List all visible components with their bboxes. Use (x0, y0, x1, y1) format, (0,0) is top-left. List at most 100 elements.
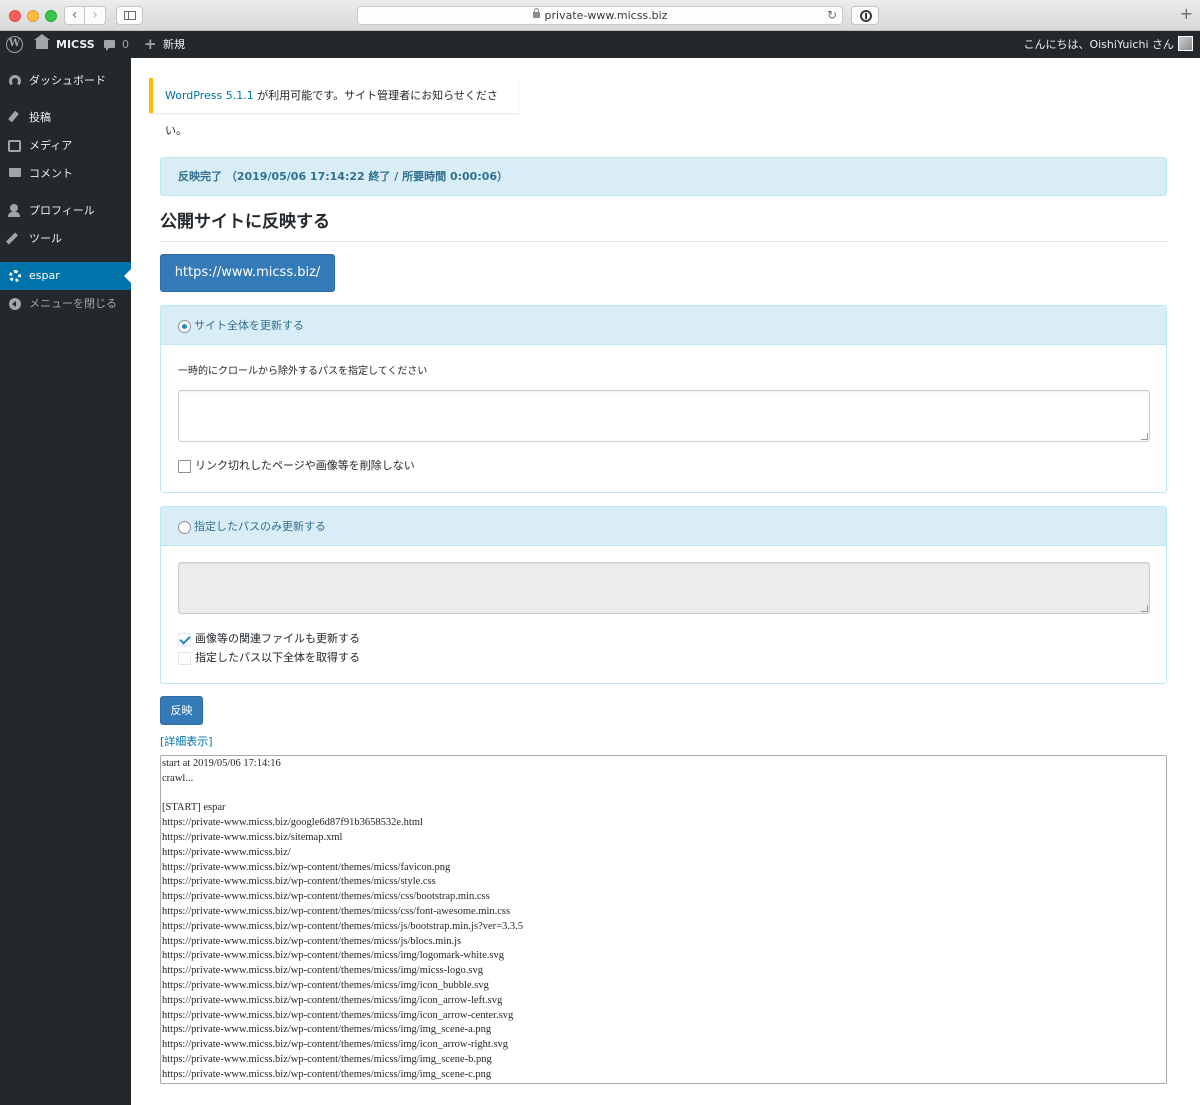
plus-icon[interactable]: + (144, 31, 157, 58)
log-line: https://private-www.micss.biz/wp-content… (162, 950, 504, 962)
update-notice: WordPress 5.1.1 が利用可能です。サイト管理者にお知らせください。 (149, 78, 519, 137)
gear-icon (9, 270, 21, 282)
log-line: https://private-www.micss.biz/wp-content… (162, 1039, 509, 1051)
minimize-window-button[interactable] (27, 10, 39, 22)
comment-bubble-icon[interactable] (104, 40, 115, 51)
avatar[interactable] (1178, 36, 1193, 51)
status-alert: 反映完了 （2019/05/06 17:14:22 終了 / 所要時間 0:00… (160, 157, 1167, 196)
path-update-heading[interactable]: 指定したパスのみ更新する (161, 507, 1166, 546)
keep-broken-label[interactable]: リンク切れしたページや画像等を削除しない (178, 459, 415, 472)
path-update-panel: 指定したパスのみ更新する 画像等の関連ファイルも更新する 指定したパス以下全体を… (160, 506, 1167, 684)
new-content-link[interactable]: 新規 (163, 31, 185, 58)
keep-broken-checkbox-row[interactable]: リンク切れしたページや画像等を削除しない (178, 458, 415, 474)
log-line: https://private-www.micss.biz/ (162, 846, 291, 858)
related-files-checkbox-row[interactable]: 画像等の関連ファイルも更新する (178, 631, 360, 647)
log-line: https://private-www.micss.biz/wp-content… (162, 905, 511, 917)
publish-button[interactable]: 反映 (160, 696, 203, 725)
browser-toolbar: ‹ › private-www.micss.biz ↻ + (0, 0, 1200, 31)
detail-view-link[interactable]: [詳細表示] (160, 733, 213, 749)
menu-item-espar[interactable]: espar (0, 262, 131, 290)
log-line: https://private-www.micss.biz/wp-content… (162, 1024, 492, 1036)
menu-item-label: ツール (29, 232, 62, 245)
related-files-checkbox[interactable] (178, 633, 191, 646)
log-line: https://private-www.micss.biz/wp-content… (162, 1068, 492, 1080)
chevron-right-icon: › (92, 7, 98, 23)
user-greeting[interactable]: こんにちは、OishiYuichi さん (1023, 31, 1174, 58)
close-window-button[interactable] (9, 10, 21, 22)
sidebar-icon (124, 11, 136, 20)
full-update-label[interactable]: サイト全体を更新する (194, 319, 304, 332)
path-update-radio[interactable] (178, 521, 191, 534)
menu-item-label: espar (29, 269, 60, 282)
wordpress-version-link[interactable]: WordPress 5.1.1 (165, 89, 254, 102)
full-update-radio[interactable] (178, 320, 191, 333)
zoom-window-button[interactable] (45, 10, 57, 22)
log-line: start at 2019/05/06 17:14:16 (162, 758, 281, 769)
log-line: https://private-www.micss.biz/wp-content… (162, 935, 462, 947)
target-paths-textarea[interactable] (178, 562, 1150, 614)
menu-item-label: プロフィール (29, 204, 95, 217)
info-icon (860, 10, 872, 22)
resize-grip-icon[interactable] (1141, 433, 1148, 440)
subtree-checkbox-row[interactable]: 指定したパス以下全体を取得する (178, 650, 360, 666)
wordpress-logo-icon[interactable]: W (6, 36, 23, 53)
full-update-heading[interactable]: サイト全体を更新する (161, 306, 1166, 345)
path-update-label[interactable]: 指定したパスのみ更新する (194, 520, 326, 533)
log-line: [START] espar (162, 802, 226, 814)
page-title: 公開サイトに反映する (160, 208, 1167, 242)
menu-item-label: ダッシュボード (29, 74, 106, 87)
chevron-left-icon: ‹ (71, 7, 78, 23)
log-line: https://private-www.micss.biz/sitemap.xm… (162, 831, 343, 843)
dashboard-icon (9, 75, 21, 87)
keep-broken-checkbox[interactable] (178, 460, 191, 473)
forward-button[interactable]: › (85, 6, 106, 25)
resize-grip-icon[interactable] (1141, 605, 1148, 612)
log-line: https://private-www.micss.biz/wp-content… (162, 994, 503, 1006)
log-line: https://private-www.micss.biz/wp-content… (162, 891, 490, 903)
related-files-label[interactable]: 画像等の関連ファイルも更新する (178, 632, 360, 645)
media-icon (8, 140, 21, 152)
comment-count[interactable]: 0 (122, 31, 129, 58)
log-line: https://private-www.micss.biz/wp-content… (162, 1053, 492, 1065)
admin-bar: W MICSS 0 + 新規 こんにちは、OishiYuichi さん (0, 31, 1200, 58)
menu-collapse-button[interactable]: メニューを閉じる (0, 290, 131, 318)
sidebar-toggle-button[interactable] (116, 6, 143, 25)
site-url-button[interactable]: https://www.micss.biz/ (160, 254, 335, 292)
home-icon[interactable] (34, 34, 50, 49)
exclude-paths-label: 一時的にクロールから除外するパスを指定してください (178, 366, 428, 377)
menu-item-label: メニューを閉じる (29, 297, 117, 310)
menu-item-media[interactable]: メディア (0, 132, 131, 160)
back-button[interactable]: ‹ (64, 6, 85, 25)
collapse-icon (9, 298, 21, 310)
url-text: private-www.micss.biz (544, 9, 668, 22)
log-line: https://private-www.micss.biz/wp-content… (162, 1009, 514, 1021)
menu-item-dashboard[interactable]: ダッシュボード (0, 67, 131, 95)
address-bar[interactable]: private-www.micss.biz ↻ (357, 6, 843, 25)
reload-icon[interactable]: ↻ (827, 7, 837, 24)
site-name-link[interactable]: MICSS (56, 31, 95, 58)
log-line: https://private-www.micss.biz/wp-content… (162, 861, 451, 873)
subtree-checkbox[interactable] (178, 652, 191, 665)
menu-item-label: コメント (29, 167, 73, 180)
menu-item-tools[interactable]: ツール (0, 225, 131, 253)
menu-item-label: 投稿 (29, 111, 51, 124)
new-tab-button[interactable]: + (1180, 4, 1193, 23)
exclude-paths-textarea[interactable] (178, 390, 1150, 442)
menu-item-label: メディア (29, 139, 73, 152)
comment-icon (9, 168, 21, 177)
menu-item-profile[interactable]: プロフィール (0, 197, 131, 225)
pushpin-icon (8, 110, 19, 123)
menu-item-comments[interactable]: コメント (0, 160, 131, 188)
extension-button[interactable] (851, 6, 879, 25)
menu-item-posts[interactable]: 投稿 (0, 104, 131, 132)
log-line: https://private-www.micss.biz/wp-content… (162, 920, 524, 932)
subtree-label[interactable]: 指定したパス以下全体を取得する (178, 651, 360, 664)
log-line: crawl... (162, 772, 194, 784)
user-icon (8, 204, 20, 217)
log-line: https://private-www.micss.biz/wp-content… (162, 965, 483, 977)
log-line: https://private-www.micss.biz/wp-content… (162, 979, 489, 991)
log-line: https://private-www.micss.biz/google6d87… (162, 817, 423, 829)
log-line: https://private-www.micss.biz/wp-content… (162, 876, 436, 888)
crawl-log[interactable]: start at 2019/05/06 17:14:16 crawl... [STA… (160, 755, 1167, 1084)
